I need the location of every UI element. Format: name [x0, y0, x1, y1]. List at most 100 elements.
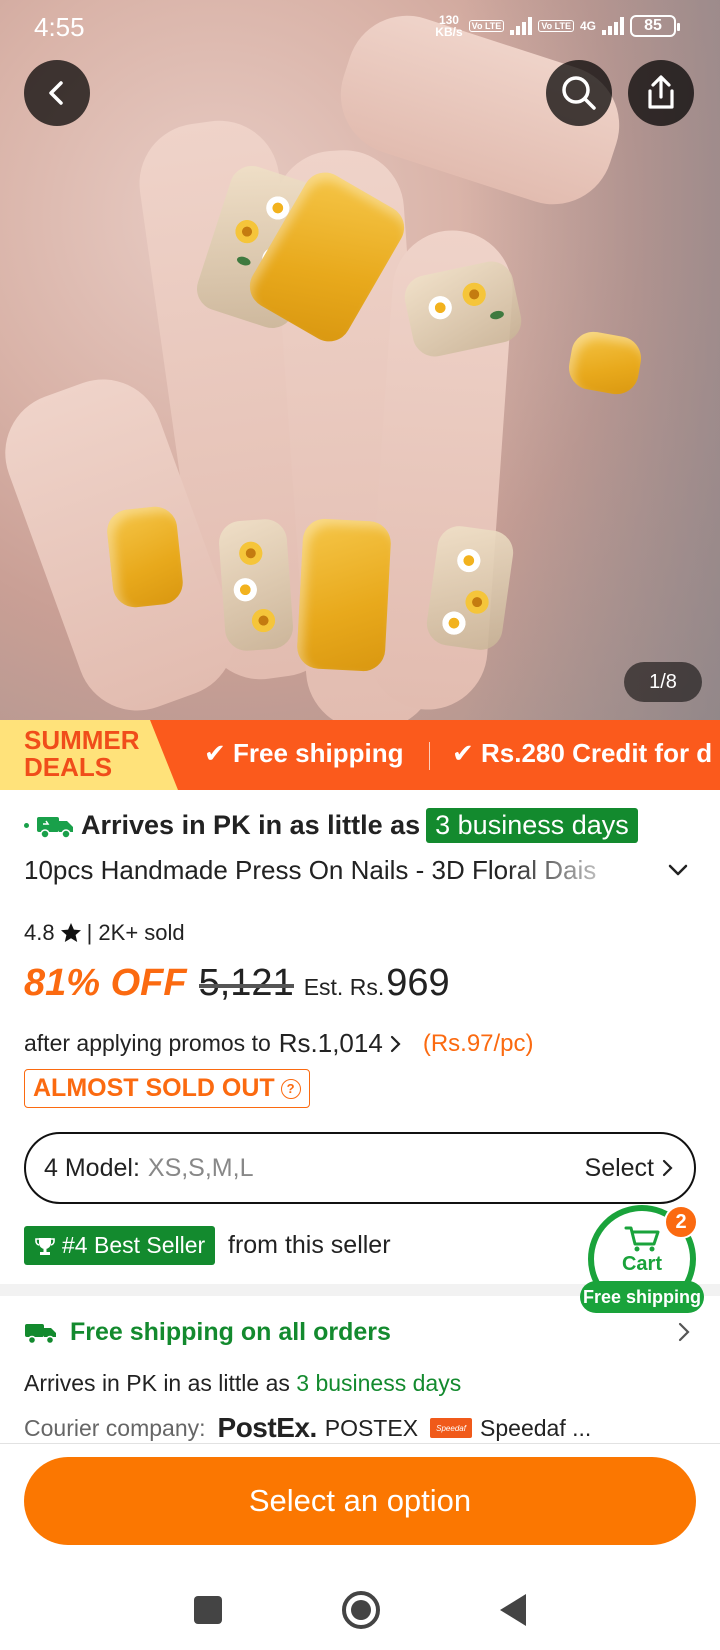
- delivery-estimate: Arrives in PK in as little as 3 business…: [24, 808, 638, 843]
- back-button[interactable]: [24, 60, 90, 126]
- best-seller-label: #4 Best Seller: [62, 1232, 206, 1258]
- from-seller-text: from this seller: [228, 1231, 391, 1259]
- perk-1-label: Free shipping: [233, 738, 404, 768]
- model-values: XS,S,M,L: [147, 1153, 254, 1182]
- daisy-decoration: [439, 608, 469, 638]
- select-option-button[interactable]: Select an option: [24, 1457, 696, 1545]
- sold-count: | 2K+ sold: [86, 920, 185, 945]
- speedaf-logo: Speedaf: [430, 1418, 473, 1438]
- model-select-label: Select: [584, 1153, 654, 1182]
- arrives-text: Arrives in PK in as little as: [81, 810, 421, 840]
- delivery-truck-icon: [25, 1323, 56, 1344]
- signal-icon: [602, 17, 624, 35]
- original-price: 5,121: [198, 962, 294, 1004]
- share-button[interactable]: [628, 60, 694, 126]
- promo-amount: Rs.1,014: [278, 1028, 383, 1058]
- daisy-decoration: [454, 545, 484, 576]
- promo-text: after applying promos to: [24, 1030, 271, 1056]
- summer-deals-banner[interactable]: SUMMER DEALS ✔ Free shipping ✔ Rs.280 Cr…: [0, 720, 720, 790]
- daisy-decoration: [458, 278, 490, 310]
- model-label: 4 Model:: [44, 1153, 140, 1182]
- yellow-nail: [105, 504, 185, 610]
- promo-row[interactable]: after applying promos to Rs.1,014 (Rs.97…: [24, 1028, 534, 1059]
- help-icon: ?: [280, 1078, 301, 1099]
- product-image[interactable]: 4:55 130 KB/s Vo LTE Vo LTE 4G 85 1/8: [0, 0, 720, 720]
- home-icon: [351, 1600, 371, 1620]
- star-icon: [60, 923, 81, 942]
- chevron-down-icon: [668, 864, 688, 876]
- search-icon: [562, 76, 596, 110]
- free-shipping-headline: Free shipping on all orders: [70, 1318, 391, 1346]
- best-seller-badge[interactable]: #4 Best Seller: [24, 1226, 216, 1265]
- leaf-decoration: [489, 309, 505, 321]
- expand-title-button[interactable]: [666, 858, 690, 887]
- stock-badge-label: ALMOST SOLD OUT: [33, 1074, 275, 1102]
- courier-label: Courier company:: [24, 1414, 206, 1441]
- perk-free-shipping: ✔ Free shipping: [204, 738, 403, 769]
- almost-sold-out-badge[interactable]: ALMOST SOLD OUT ?: [24, 1069, 310, 1108]
- bullet-dot: [24, 823, 29, 828]
- postex-logo: PostEx.: [217, 1412, 318, 1443]
- back-nav-button[interactable]: [500, 1594, 526, 1626]
- shipping-arrives-days: 3 business days: [296, 1370, 462, 1396]
- net-speed: 130 KB/s: [435, 14, 462, 38]
- check-icon: ✔: [204, 738, 234, 768]
- cart-label: Cart: [621, 1253, 662, 1275]
- arrives-days-pill: 3 business days: [426, 808, 638, 843]
- daisy-decoration: [230, 215, 264, 248]
- final-price: 969: [386, 962, 450, 1004]
- shipping-details-button[interactable]: [676, 1320, 692, 1349]
- status-icons: 130 KB/s Vo LTE Vo LTE 4G 85: [435, 14, 680, 38]
- daisy-decoration: [236, 539, 265, 568]
- cart-button[interactable]: Cart 2 Free shipping: [580, 1205, 704, 1313]
- battery-level: 85: [644, 17, 662, 34]
- daisy-decoration: [249, 606, 278, 635]
- chevron-right-icon: [390, 1035, 401, 1052]
- product-title[interactable]: 10pcs Handmade Press On Nails - 3D Flora…: [24, 855, 624, 886]
- battery-icon: 85: [630, 15, 680, 37]
- share-icon: [648, 75, 674, 109]
- courier-row: Courier company: PostEx. POSTEX Speedaf …: [24, 1412, 591, 1444]
- shipping-arrival: Arrives in PK in as little as 3 business…: [24, 1370, 461, 1397]
- network-type: 4G: [579, 19, 596, 33]
- shipping-arrives-text: Arrives in PK in as little as: [24, 1370, 290, 1396]
- leaf-decoration: [235, 255, 252, 268]
- perk-credit: ✔ Rs.280 Credit for d: [452, 738, 712, 769]
- cart-free-shipping-label: Free shipping: [580, 1281, 704, 1313]
- speedaf-name: Speedaf ...: [480, 1414, 592, 1441]
- per-piece-price: (Rs.97/pc): [422, 1029, 534, 1057]
- net-speed-unit: KB/s: [435, 25, 463, 39]
- recents-button[interactable]: [194, 1596, 222, 1624]
- est-label: Est. Rs.: [303, 974, 385, 1000]
- price-row: 81% OFF 5,121 Est. Rs. 969: [24, 962, 450, 1005]
- deals-label: SUMMER DEALS: [24, 727, 140, 781]
- chevron-right-icon: [678, 1322, 690, 1342]
- deals-line-1: SUMMER: [24, 725, 140, 755]
- yellow-nail: [296, 517, 392, 673]
- trophy-icon: [35, 1237, 55, 1255]
- delivery-truck-icon: [37, 816, 73, 839]
- free-shipping-row[interactable]: Free shipping on all orders: [24, 1318, 391, 1347]
- cart-count-badge: 2: [664, 1205, 698, 1239]
- daisy-decoration: [424, 292, 456, 324]
- volte-icon: Vo LTE: [538, 20, 574, 32]
- status-time: 4:55: [34, 12, 85, 42]
- daisy-decoration: [231, 575, 260, 604]
- daisy-decoration: [462, 587, 492, 617]
- perk-divider: [429, 742, 430, 770]
- model-selector[interactable]: 4 Model: XS,S,M,L Select: [24, 1132, 696, 1204]
- cart-icon: [624, 1226, 660, 1252]
- chevron-right-icon: [662, 1159, 673, 1177]
- home-button[interactable]: [342, 1591, 380, 1629]
- volte-icon: Vo LTE: [468, 20, 505, 32]
- check-icon: ✔: [452, 738, 482, 768]
- bottom-divider: [0, 1443, 720, 1444]
- search-button[interactable]: [546, 60, 612, 126]
- deals-line-2: DEALS: [24, 752, 113, 782]
- discount-label: 81% OFF: [24, 962, 187, 1004]
- rating-row[interactable]: 4.8 | 2K+ sold: [24, 920, 185, 946]
- rating-value: 4.8: [24, 920, 55, 945]
- system-nav-bar: [0, 1570, 720, 1650]
- chevron-left-icon: [49, 81, 63, 105]
- postex-name: POSTEX: [324, 1414, 419, 1441]
